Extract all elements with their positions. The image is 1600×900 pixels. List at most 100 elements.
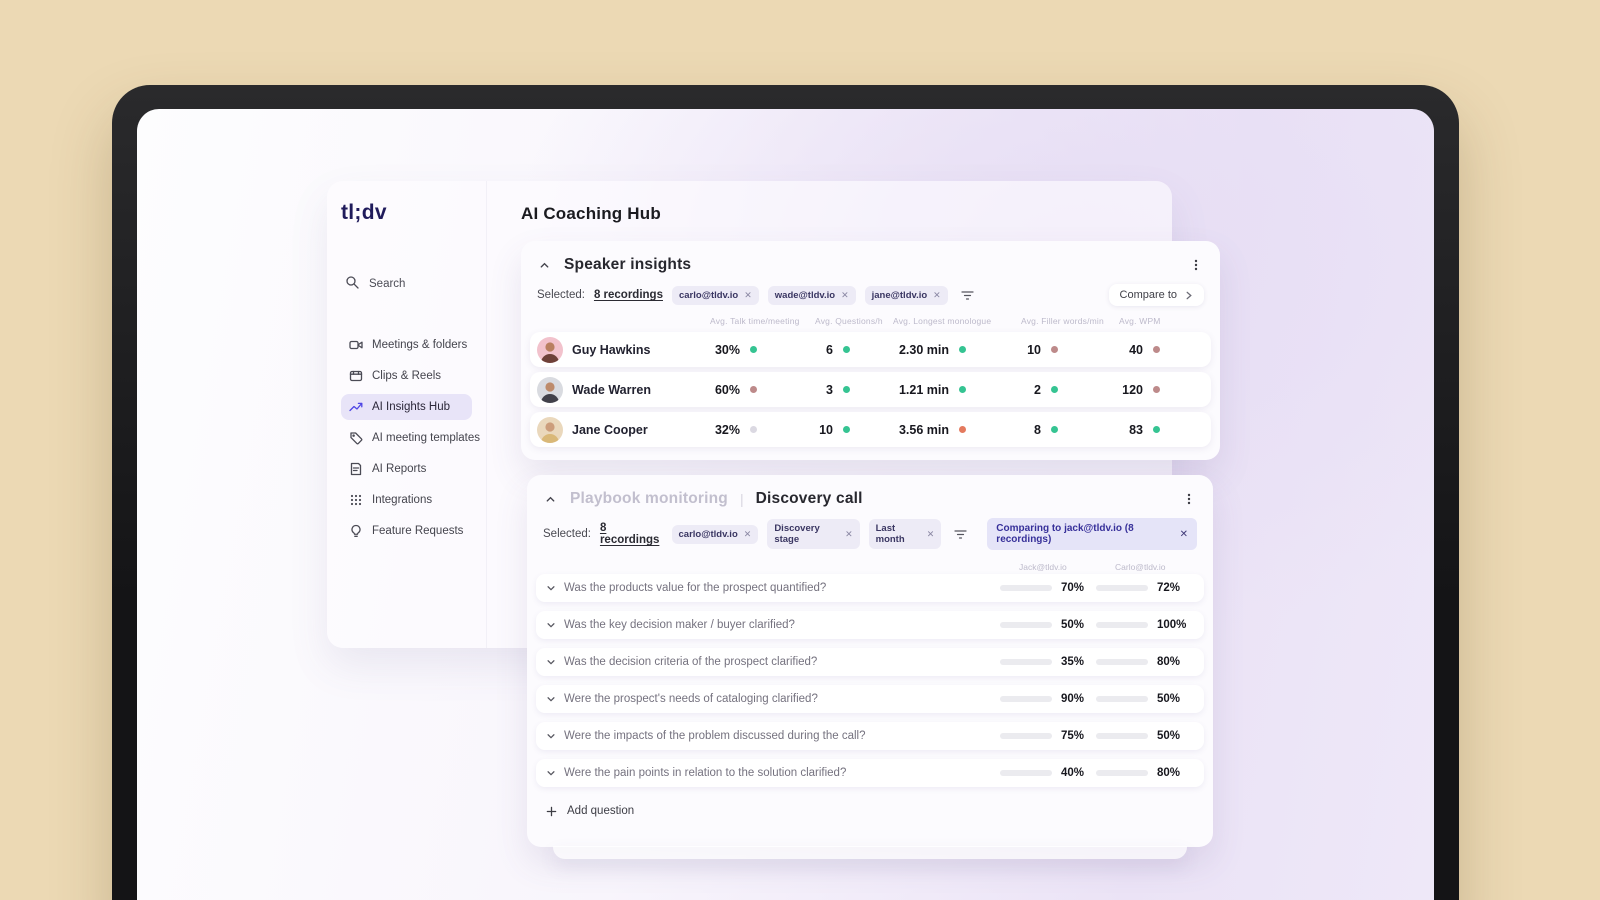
progress-bar <box>1096 659 1148 665</box>
progress-bar <box>1000 733 1052 739</box>
bar-group: 35% <box>1000 656 1096 668</box>
close-icon[interactable]: ✕ <box>927 529 935 540</box>
add-question-button[interactable]: Add question <box>536 801 1204 821</box>
metric-value: 2 <box>1034 382 1041 397</box>
percent-value: 75% <box>1061 730 1085 742</box>
playbook-header: Playbook monitoring | Discovery call <box>527 475 1213 514</box>
close-icon[interactable]: ✕ <box>933 290 941 301</box>
comparison-column-labels: Jack@tldv.io Carlo@tldv.io <box>527 550 1213 574</box>
column-header: Avg. WPM <box>1119 316 1161 326</box>
question-row[interactable]: Was the decision criteria of the prospec… <box>536 648 1204 676</box>
playbook-title-muted: Playbook monitoring <box>570 490 728 507</box>
filter-chip-jane[interactable]: jane@tldv.io ✕ <box>864 285 948 305</box>
playbook-monitoring-card: Playbook monitoring | Discovery call Sel… <box>527 475 1213 847</box>
status-dot <box>959 386 966 393</box>
speaker-insights-title: Speaker insights <box>564 256 692 273</box>
sidebar-item-label: Clips & Reels <box>372 370 442 382</box>
status-dot <box>959 346 966 353</box>
page-title: AI Coaching Hub <box>521 204 661 223</box>
table-row[interactable]: Guy Hawkins 30% 6 2.30 min 10 40 <box>530 332 1211 367</box>
close-icon[interactable]: ✕ <box>841 290 849 301</box>
bar-group: 50% <box>1096 730 1192 742</box>
search-button[interactable]: Search <box>341 271 472 296</box>
sidebar-item-ai-insights-hub[interactable]: AI Insights Hub <box>341 394 472 420</box>
kebab-menu-icon[interactable] <box>1181 490 1197 508</box>
bar-group: 80% <box>1096 767 1192 779</box>
sidebar-item-meetings[interactable]: Meetings & folders <box>341 332 472 358</box>
column-header: Avg. Filler words/min <box>1021 316 1104 326</box>
comparing-chip[interactable]: Comparing to jack@tldv.io (8 recordings)… <box>987 518 1197 550</box>
close-icon[interactable]: ✕ <box>845 529 853 540</box>
sidebar-item-clips[interactable]: Clips & Reels <box>341 363 472 389</box>
status-dot <box>1153 346 1160 353</box>
question-text: Were the prospect's needs of cataloging … <box>564 693 818 705</box>
speaker-filter-row: Selected: 8 recordings carlo@tldv.io ✕ w… <box>521 280 1220 306</box>
close-icon[interactable]: ✕ <box>1180 529 1188 540</box>
status-dot <box>1051 426 1058 433</box>
close-icon[interactable]: ✕ <box>744 529 752 540</box>
status-dot <box>750 346 757 353</box>
sidebar-item-feature-requests[interactable]: Feature Requests <box>341 518 472 544</box>
percent-value: 35% <box>1061 656 1085 668</box>
bar-group: 90% <box>1000 693 1096 705</box>
filter-funnel-icon[interactable] <box>952 527 969 542</box>
question-text: Were the impacts of the problem discusse… <box>564 730 866 742</box>
question-text: Was the key decision maker / buyer clari… <box>564 619 795 631</box>
bar-group: 70% <box>1000 582 1096 594</box>
avatar <box>537 376 563 403</box>
page: tl;dv Search Meetings & folders Clips & … <box>0 0 1600 900</box>
clapperboard-icon <box>349 369 363 383</box>
filter-chip-carlo[interactable]: carlo@tldv.io ✕ <box>671 524 759 544</box>
sidebar: tl;dv Search Meetings & folders Clips & … <box>327 181 487 648</box>
question-row[interactable]: Was the key decision maker / buyer clari… <box>536 611 1204 639</box>
status-dot <box>1153 426 1160 433</box>
bar-group: 80% <box>1096 656 1192 668</box>
speaker-insights-card: Speaker insights Selected: 8 recordings … <box>521 241 1220 460</box>
selected-recordings-link[interactable]: 8 recordings <box>600 522 663 546</box>
metric-value: 1.21 min <box>898 382 949 397</box>
collapse-chevron-up-icon[interactable] <box>543 492 558 507</box>
metric-value: 10 <box>819 422 833 437</box>
filter-chip-wade[interactable]: wade@tldv.io ✕ <box>767 285 856 305</box>
chip-label: Last month <box>875 523 905 545</box>
sidebar-item-label: Feature Requests <box>372 525 464 537</box>
percent-value: 50% <box>1157 693 1181 705</box>
column-header: Avg. Talk time/meeting <box>710 316 800 326</box>
filter-funnel-icon[interactable] <box>959 288 976 303</box>
metric-value: 8 <box>1034 422 1041 437</box>
search-icon <box>345 275 359 292</box>
filter-chip-last-month[interactable]: Last month ✕ <box>868 519 942 549</box>
metric-value: 83 <box>1129 422 1143 437</box>
selected-label: Selected: <box>543 528 591 540</box>
metric-value: 120 <box>1122 382 1143 397</box>
question-row[interactable]: Were the prospect's needs of cataloging … <box>536 685 1204 713</box>
question-row[interactable]: Were the impacts of the problem discusse… <box>536 722 1204 750</box>
chevron-down-icon <box>547 697 555 702</box>
collapse-chevron-up-icon[interactable] <box>537 258 552 273</box>
sidebar-item-ai-reports[interactable]: AI Reports <box>341 456 472 482</box>
filter-chip-discovery-stage[interactable]: Discovery stage ✕ <box>767 519 860 549</box>
percent-value: 80% <box>1157 767 1181 779</box>
selected-recordings-link[interactable]: 8 recordings <box>594 289 663 301</box>
table-row[interactable]: Wade Warren 60% 3 1.21 min 2 120 <box>530 372 1211 407</box>
sidebar-item-ai-meeting-templates[interactable]: AI meeting templates <box>341 425 480 451</box>
sidebar-item-integrations[interactable]: Integrations <box>341 487 472 513</box>
question-text: Were the pain points in relation to the … <box>564 767 847 779</box>
sidebar-item-label: AI Insights Hub <box>372 401 450 413</box>
filter-chip-carlo[interactable]: carlo@tldv.io ✕ <box>671 285 759 305</box>
question-row[interactable]: Were the pain points in relation to the … <box>536 759 1204 787</box>
report-document-icon <box>349 462 363 476</box>
question-row[interactable]: Was the products value for the prospect … <box>536 574 1204 602</box>
compare-to-button[interactable]: Compare to <box>1108 284 1204 306</box>
speaker-insights-header: Speaker insights <box>521 241 1220 280</box>
add-question-label: Add question <box>567 805 635 817</box>
column-header: Avg. Questions/h <box>815 316 883 326</box>
kebab-menu-icon[interactable] <box>1188 256 1204 274</box>
progress-bar <box>1000 770 1052 776</box>
status-dot <box>750 386 757 393</box>
question-text: Was the products value for the prospect … <box>564 582 827 594</box>
table-row[interactable]: Jane Cooper 32% 10 3.56 min 8 83 <box>530 412 1211 447</box>
close-icon[interactable]: ✕ <box>744 290 752 301</box>
status-dot <box>959 426 966 433</box>
metric-value: 2.30 min <box>898 342 949 357</box>
